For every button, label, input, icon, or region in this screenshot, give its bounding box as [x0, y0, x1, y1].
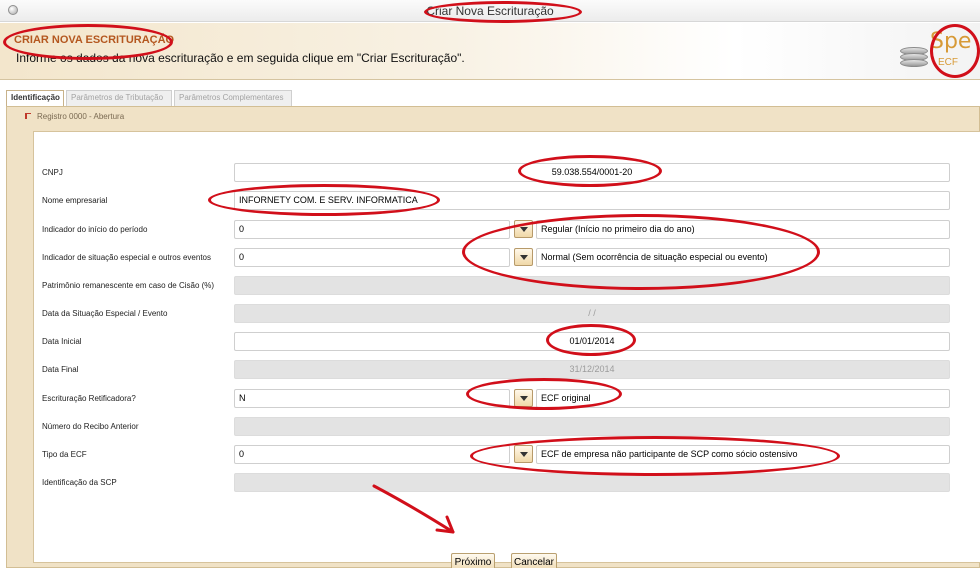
- indicador-inicio-code-field[interactable]: 0: [234, 220, 510, 239]
- sped-logo-icon: Spe ECF: [900, 29, 972, 73]
- window-titlebar: Criar Nova Escrituração: [0, 0, 980, 22]
- tab-identificacao[interactable]: Identificação: [6, 90, 64, 106]
- data-situacao-field: / /: [234, 304, 950, 323]
- label-nome: Nome empresarial: [42, 196, 108, 205]
- patrimonio-field: [234, 276, 950, 295]
- tipo-ecf-code-field[interactable]: 0: [234, 445, 510, 464]
- label-tipo-ecf: Tipo da ECF: [42, 450, 87, 459]
- scp-field: [234, 473, 950, 492]
- label-retificadora: Escrituração Retificadora?: [42, 394, 136, 403]
- tipo-ecf-description: ECF de empresa não participante de SCP c…: [536, 445, 950, 464]
- chevron-down-icon: [520, 227, 528, 232]
- window-title: Criar Nova Escrituração: [426, 4, 554, 18]
- label-indicador-inicio: Indicador do início do período: [42, 225, 148, 234]
- indicador-situacao-description: Normal (Sem ocorrência de situação espec…: [536, 248, 950, 267]
- label-recibo: Número do Recibo Anterior: [42, 422, 139, 431]
- indicador-situacao-code-field[interactable]: 0: [234, 248, 510, 267]
- next-button[interactable]: Próximo: [451, 553, 495, 568]
- label-data-situacao: Data da Situação Especial / Evento: [42, 309, 168, 318]
- section-title: Registro 0000 - Abertura: [25, 112, 124, 121]
- page-instructions: Informe os dados da nova escrituração e …: [16, 51, 465, 65]
- logo-text: Spe: [930, 29, 972, 54]
- chevron-down-icon: [520, 452, 528, 457]
- tipo-ecf-dropdown-button[interactable]: [514, 445, 533, 463]
- label-patrimonio: Patrimônio remanescente em caso de Cisão…: [42, 281, 215, 290]
- tab-parametros-tributacao[interactable]: Parâmetros de Tributação: [66, 90, 172, 106]
- form-panel: Registro 0000 - Abertura CNPJ Nome empre…: [6, 106, 980, 568]
- cancel-button[interactable]: Cancelar: [511, 553, 557, 568]
- page-title: CRIAR NOVA ESCRITURAÇÃO: [14, 34, 175, 46]
- label-cnpj: CNPJ: [42, 168, 63, 177]
- retificadora-description: ECF original: [536, 389, 950, 408]
- logo-subtext: ECF: [938, 57, 958, 68]
- nome-empresarial-field[interactable]: INFORNETY COM. E SERV. INFORMATICA: [234, 191, 950, 210]
- data-inicial-field[interactable]: 01/01/2014: [234, 332, 950, 351]
- recibo-anterior-field: [234, 417, 950, 436]
- retificadora-code-field[interactable]: N: [234, 389, 510, 408]
- indicador-situacao-dropdown-button[interactable]: [514, 248, 533, 266]
- section-marker-icon: [25, 113, 31, 119]
- cnpj-field[interactable]: 59.038.554/0001-20: [234, 163, 950, 182]
- tab-parametros-complementares[interactable]: Parâmetros Complementares: [174, 90, 292, 106]
- form-area: CNPJ Nome empresarial Indicador do iníci…: [33, 131, 980, 568]
- indicador-inicio-dropdown-button[interactable]: [514, 220, 533, 238]
- label-scp: Identificação da SCP: [42, 478, 117, 487]
- chevron-down-icon: [520, 255, 528, 260]
- page-header: CRIAR NOVA ESCRITURAÇÃO Informe os dados…: [0, 23, 980, 80]
- label-data-inicial: Data Inicial: [42, 337, 82, 346]
- label-indicador-situacao: Indicador de situação especial e outros …: [42, 253, 211, 262]
- chevron-down-icon: [520, 396, 528, 401]
- data-final-field: 31/12/2014: [234, 360, 950, 379]
- retificadora-dropdown-button[interactable]: [514, 389, 533, 407]
- indicador-inicio-description: Regular (Início no primeiro dia do ano): [536, 220, 950, 239]
- label-data-final: Data Final: [42, 365, 79, 374]
